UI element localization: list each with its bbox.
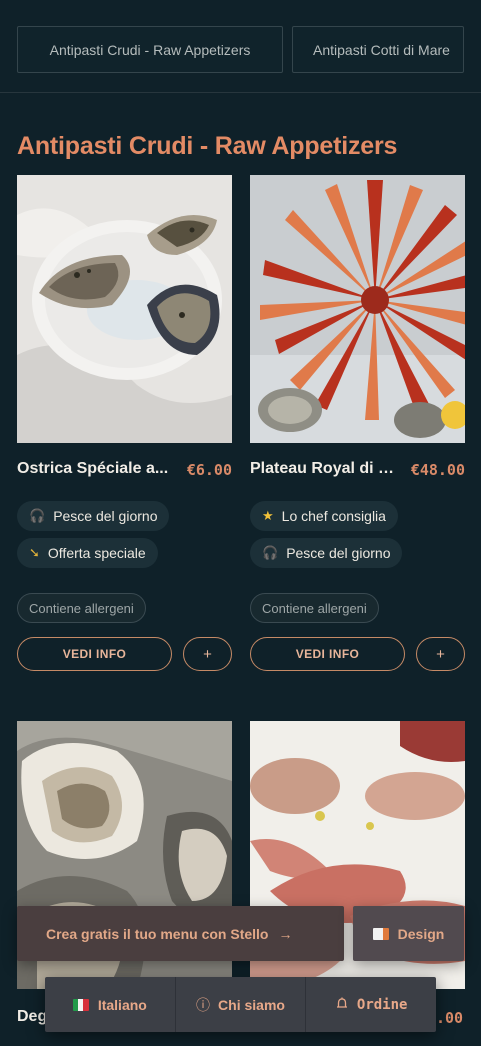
italy-flag-icon [72, 998, 89, 1011]
tag-pesce-del-giorno: 🎧 Pesce del giorno [17, 501, 170, 531]
bell-icon [335, 996, 349, 1014]
item-name[interactable]: Plateau Royal di c... [250, 460, 400, 478]
add-button[interactable]: + [183, 637, 232, 671]
menu-item-card[interactable]: Ostrica Spéciale a... €6.00 🎧 Pesce del … [17, 175, 232, 675]
design-button[interactable]: Design [353, 906, 464, 961]
allergen-badge[interactable]: Contiene allergeni [250, 593, 379, 623]
about-label: Chi siamo [218, 996, 285, 1013]
language-selector[interactable]: Italiano [45, 977, 176, 1032]
create-menu-promo-button[interactable]: Crea gratis il tuo menu con Stello → [17, 906, 344, 961]
design-label: Design [397, 925, 445, 942]
item-price: €6.00 [186, 461, 232, 479]
plateau-photo[interactable] [250, 175, 465, 443]
offer-icon: ➘ [29, 545, 40, 560]
tab-antipasti-crudi[interactable]: Antipasti Crudi - Raw Appetizers [17, 26, 283, 73]
arrow-right-icon: → [278, 925, 293, 942]
item-price: €48.00 [410, 461, 465, 479]
item-name[interactable]: Ostrica Spéciale a... [17, 460, 177, 478]
info-icon: ⓘ [196, 996, 211, 1013]
order-label: Ordine [356, 996, 408, 1013]
star-icon: ★ [262, 508, 274, 523]
allergen-badge[interactable]: Contiene allergeni [17, 593, 146, 623]
view-info-button[interactable]: VEDI INFO [17, 637, 172, 671]
about-button[interactable]: ⓘ Chi siamo [176, 977, 307, 1032]
tag-label: Offerta speciale [47, 545, 146, 561]
item-name-peek[interactable]: Deg [17, 1008, 47, 1026]
tab-antipasti-cotti[interactable]: Antipasti Cotti di Mare [292, 26, 464, 73]
tag-label: Pesce del giorno [286, 545, 391, 561]
add-button[interactable]: + [416, 637, 465, 671]
promo-label: Crea gratis il tuo menu con Stello [46, 925, 269, 942]
section-title: Antipasti Crudi - Raw Appetizers [17, 132, 398, 160]
flag-icon [372, 927, 389, 940]
item-price-peek: .00 [436, 1009, 464, 1027]
tag-lo-chef-consiglia: ★ Lo chef consiglia [250, 501, 398, 531]
category-tabs: Antipasti Crudi - Raw Appetizers Antipas… [0, 0, 481, 93]
view-info-button[interactable]: VEDI INFO [250, 637, 405, 671]
oysters-photo[interactable] [17, 175, 232, 443]
order-button[interactable]: Ordine [306, 977, 436, 1032]
menu-item-card[interactable]: Plateau Royal di c... €48.00 ★ Lo chef c… [250, 175, 465, 675]
tag-label: Lo chef consiglia [281, 508, 386, 524]
fish-icon: 🎧 [29, 508, 46, 523]
bottom-navigation: Italiano ⓘ Chi siamo Ordine [45, 977, 436, 1032]
fish-icon: 🎧 [262, 545, 279, 560]
tag-label: Pesce del giorno [53, 508, 158, 524]
tag-offerta-speciale: ➘ Offerta speciale [17, 538, 158, 568]
tag-pesce-del-giorno: 🎧 Pesce del giorno [250, 538, 403, 568]
language-label: Italiano [97, 996, 147, 1013]
